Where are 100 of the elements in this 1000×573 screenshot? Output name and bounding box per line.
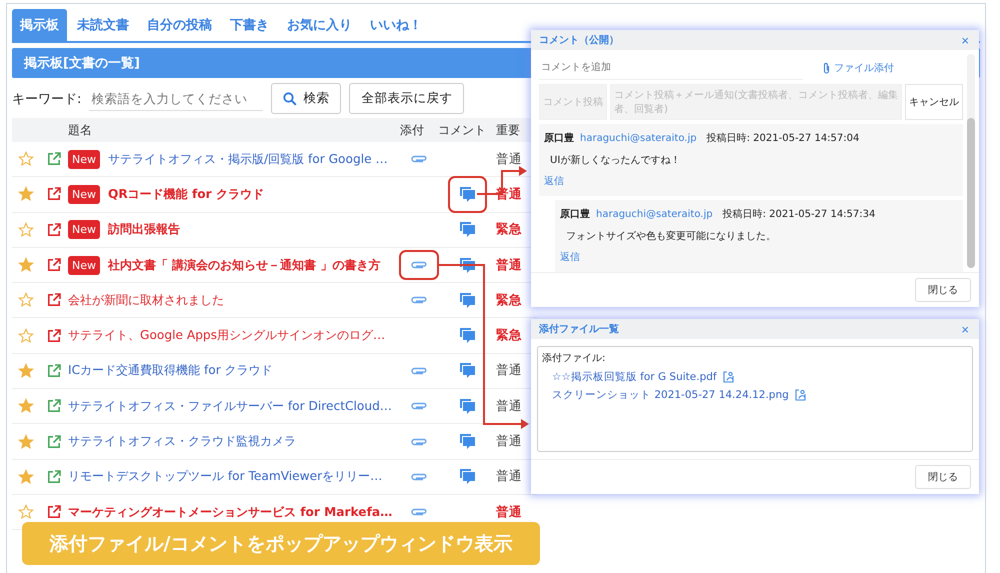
comment-date: 投稿日時: 2021-05-27 14:57:34 [722,208,876,221]
paperclip-icon[interactable] [410,507,428,518]
paperclip-icon[interactable] [410,366,428,376]
star-icon[interactable] [18,222,34,238]
document-title-link[interactable]: ICカード交通費取得機能 for クラウド [68,362,273,380]
star-icon[interactable] [18,292,34,308]
column-header: コメント [438,122,487,138]
importance-cell-text: 普通 [496,468,523,486]
comment-icon[interactable] [458,362,476,380]
paperclip-icon[interactable] [410,154,428,164]
file-preview-icon[interactable] [722,371,734,383]
tab[interactable]: お気に入り [279,9,360,41]
close-dialog-button[interactable]: 閉じる [915,278,971,302]
external-link-icon[interactable] [47,434,61,449]
comment-icon[interactable] [458,468,476,486]
new-badge: New [68,150,100,169]
search-button[interactable]: 検索 [271,83,342,114]
tab[interactable]: 掲示板 [12,9,67,41]
column-header: 添付 [400,122,425,138]
close-button[interactable]: × [959,34,971,46]
importance-cell-text: 普通 [496,150,523,168]
importance-cell-text: 普通 [496,433,523,450]
new-badge: New [68,256,100,275]
search-icon [283,92,298,106]
comment-date: 投稿日時: 2021-05-27 14:57:04 [706,132,860,145]
star-icon[interactable] [18,434,34,450]
close-button[interactable]: × [959,322,971,336]
external-link-icon[interactable] [47,258,61,272]
external-link-icon[interactable] [47,152,61,166]
comment-action-button[interactable]: キャンセル [905,84,963,120]
document-title-link[interactable]: サテライト、Google Apps用シングルサインオンのログ… [68,327,386,344]
tab[interactable]: 未読文書 [69,9,137,41]
tab[interactable]: 自分の投稿 [139,9,220,41]
close-dialog-button[interactable]: 閉じる [915,465,971,489]
column-header: 重要 [496,122,521,138]
comment-text: フォントサイズや色も変更可能になりました。 [566,230,777,243]
document-title-link[interactable]: 会社が新聞に取材されました [68,292,224,309]
importance-cell-text: 緊急 [496,327,523,344]
attachment-label: 添付ファイル: [542,352,606,365]
file-link[interactable]: スクリーンショット 2021-05-27 14.24.12.png [552,388,789,402]
reply-link[interactable]: 返信 [560,250,580,264]
external-link-icon[interactable] [47,364,61,378]
tab[interactable]: いいね！ [362,9,430,41]
star-icon[interactable] [18,504,34,520]
external-link-icon[interactable] [47,293,61,308]
external-link-icon[interactable] [47,187,61,202]
external-link-icon[interactable] [47,399,61,414]
importance-cell-text: 普通 [496,504,523,521]
caption-banner: 添付ファイル/コメントをポップアップウィンドウ表示 [22,522,540,565]
comment-icon[interactable] [458,292,476,309]
file-link[interactable]: ☆☆掲示板回覧版 for G Suite.pdf [552,370,717,384]
comment-author: 原口豊 [544,132,574,145]
star-icon[interactable] [18,328,34,344]
paperclip-icon [823,62,830,74]
star-icon[interactable] [18,151,34,168]
external-link-icon[interactable] [47,470,61,484]
attach-file-link[interactable]: ファイル添付 [823,61,963,75]
paperclip-icon[interactable] [410,401,428,412]
document-title-link[interactable]: 社内文書「 講演会のお知らせ－通知書 」の書き方 [108,256,380,274]
importance-cell-text: 普通 [496,398,523,415]
dialog-title: コメント（公開） [539,34,619,47]
file-preview-icon[interactable] [794,389,806,401]
reply-link[interactable]: 返信 [544,174,564,188]
star-icon[interactable] [18,257,34,274]
new-badge: New [68,184,100,204]
comment-icon[interactable] [458,186,476,203]
reset-button[interactable]: 全部表示に戻す [349,83,464,114]
paperclip-icon[interactable] [410,472,428,482]
comment-icon[interactable] [458,433,476,450]
comment-icon[interactable] [458,221,476,238]
author-email-link[interactable]: haraguchi@sateraito.jp [596,208,713,220]
scrollbar[interactable] [967,54,975,268]
document-title-link[interactable]: 訪問出張報告 [108,221,180,238]
comment-icon[interactable] [458,256,476,274]
dialog-title: 添付ファイル一覧 [539,322,619,336]
author-email-link[interactable]: haraguchi@sateraito.jp [580,132,697,144]
star-icon[interactable] [18,362,34,379]
star-icon[interactable] [18,398,34,414]
comment-author: 原口豊 [560,208,590,221]
document-title-link[interactable]: サテライトオフィス・ファイルサーバー for DirectCloud… [68,398,392,415]
importance-cell-text: 普通 [496,256,523,274]
importance-cell-text: 普通 [496,362,523,380]
star-icon[interactable] [18,186,34,202]
comment-text: UIが新しくなったんですね！ [550,154,682,167]
document-title-link[interactable]: リモートデスクトップツール for TeamViewerをリリー… [68,468,382,486]
tab[interactable]: 下書き [222,9,277,41]
column-header: 題名 [68,122,93,138]
document-title-link[interactable]: サテライトオフィス・クラウド監視カメラ [68,433,296,450]
document-title-link[interactable]: サテライトオフィス・掲示版/回覧版 for Google … [108,150,388,168]
external-link-icon[interactable] [47,328,61,343]
document-title-link[interactable]: マーケティングオートメーションサービス for Markefa… [68,504,392,521]
document-title-link[interactable]: QRコード機能 for クラウド [108,186,264,203]
paperclip-icon[interactable] [410,295,428,306]
paperclip-icon[interactable] [410,436,428,447]
comment-icon[interactable] [458,398,476,415]
external-link-icon[interactable] [47,222,61,237]
paperclip-icon[interactable] [410,260,428,270]
external-link-icon[interactable] [47,505,61,520]
comment-icon[interactable] [458,327,476,344]
star-icon[interactable] [18,468,34,485]
